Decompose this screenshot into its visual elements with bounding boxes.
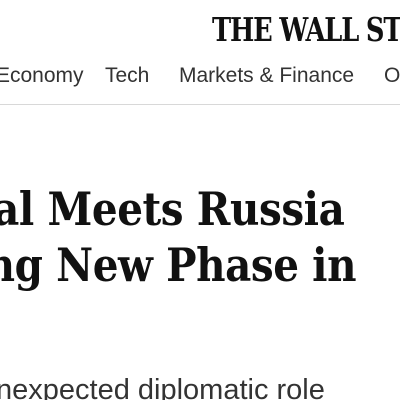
nav-item-tech[interactable]: Tech <box>105 64 149 88</box>
section-nav: Economy Tech Markets & Finance O <box>0 62 400 96</box>
nav-item-opinion[interactable]: O <box>384 64 400 88</box>
nav-divider <box>0 104 400 105</box>
headline-line-1: cial Meets Russia <box>0 181 345 236</box>
article-headline: cial Meets Russia ling New Phase in <box>0 181 357 293</box>
nav-item-economy[interactable]: Economy <box>0 64 84 88</box>
headline-line-2: ling New Phase in <box>0 237 357 292</box>
article-page: THE WALL STRE Economy Tech Markets & Fin… <box>0 0 400 400</box>
article-dek: nexpected diplomatic role <box>0 374 325 400</box>
publication-logo[interactable]: THE WALL STRE <box>212 10 400 49</box>
nav-item-markets-finance[interactable]: Markets & Finance <box>179 64 354 88</box>
